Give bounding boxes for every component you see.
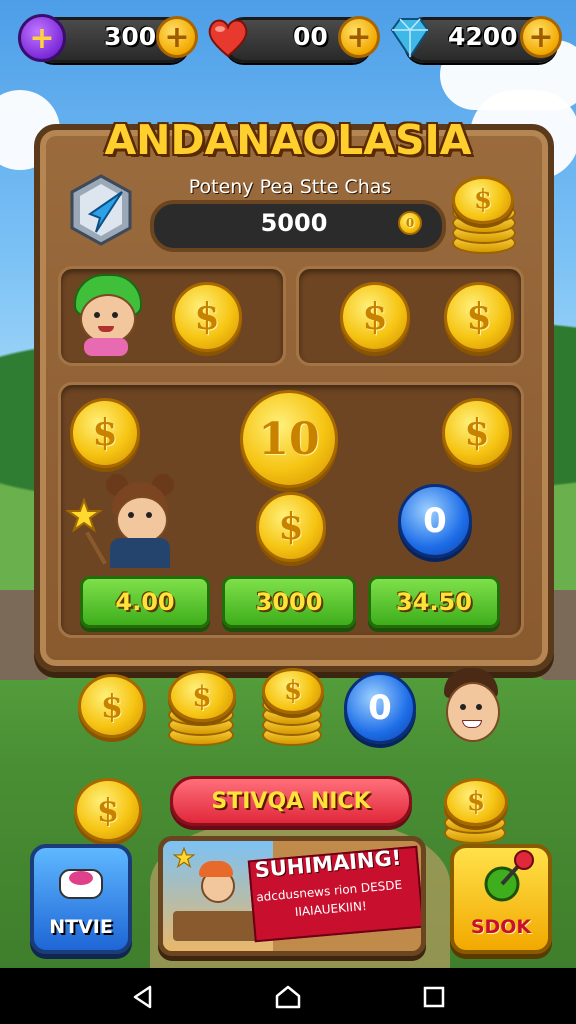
ntvie-label: NTVIE: [49, 916, 113, 938]
heart-icon: [205, 14, 251, 60]
coin-icon: $: [442, 398, 512, 468]
back-icon[interactable]: [130, 984, 156, 1010]
plus-icon: +: [164, 19, 190, 55]
joystick-icon: [478, 848, 538, 904]
big-coin-ten[interactable]: 10: [240, 390, 338, 488]
price-label: 3000: [255, 588, 323, 616]
coin-icon: $: [168, 670, 236, 722]
heart-icon: [208, 19, 248, 58]
ntvie-button[interactable]: NTVIE: [30, 844, 132, 954]
recent-apps-icon[interactable]: [422, 985, 446, 1009]
home-icon[interactable]: [274, 984, 302, 1010]
price-button-3[interactable]: 34.50: [368, 576, 500, 628]
panel-subtitle: Poteny Pea Stte Chas: [188, 176, 392, 198]
add-coins-plus-button[interactable]: +: [156, 16, 198, 58]
coin-symbol: $: [194, 296, 220, 338]
add-lives-button[interactable]: +: [338, 16, 380, 58]
price-label: 4.00: [115, 588, 175, 616]
price-button-2[interactable]: 3000: [222, 576, 356, 628]
gems-value: 4200: [448, 22, 518, 51]
coin-icon: $: [172, 282, 242, 352]
blue-coin: 0: [398, 484, 472, 558]
price-label: 34.50: [396, 588, 472, 616]
add-coins-button[interactable]: +: [18, 14, 66, 62]
coin-symbol: $: [96, 791, 120, 829]
coin-symbol: $: [464, 412, 490, 454]
coin-icon: $: [70, 398, 140, 468]
sdok-button[interactable]: SDOK: [450, 844, 552, 954]
coin-icon: $: [262, 668, 324, 714]
coin-symbol: $: [100, 687, 124, 725]
coin-symbol: $: [192, 679, 212, 713]
blue-coin-value: 0: [423, 501, 447, 541]
sdok-label: SDOK: [470, 916, 532, 938]
coin-symbol: $: [473, 185, 493, 215]
compass-icon: [70, 174, 132, 246]
eraser-icon: [56, 862, 106, 902]
panel-title: ANDANAOLASIA: [104, 116, 472, 164]
blue-coin: 0: [344, 672, 416, 744]
green-hair-character: [70, 274, 142, 358]
score-coin-icon: 0: [398, 211, 422, 235]
star-icon: [172, 846, 196, 869]
compass-icon[interactable]: [66, 174, 136, 246]
red-action-button[interactable]: STIVQA NICK: [170, 776, 412, 826]
coin-symbol: $: [92, 412, 118, 454]
coin-icon: $: [74, 778, 142, 842]
blue-coin-value: 0: [368, 688, 392, 728]
score-badge: 0: [405, 216, 415, 230]
plus-icon: +: [29, 20, 55, 56]
boy-face-character: [440, 668, 502, 744]
coin-symbol: $: [362, 296, 388, 338]
red-action-label: STIVQA NICK: [211, 788, 371, 814]
coin-icon: $: [444, 778, 508, 826]
star-wand-icon: [64, 497, 104, 534]
coin-icon: $: [256, 492, 326, 562]
coin-icon: $: [340, 282, 410, 352]
system-nav-bar: [0, 968, 576, 1024]
lives-value: 00: [293, 22, 328, 51]
coin-symbol: $: [278, 506, 304, 548]
coins-value: 300: [104, 22, 157, 51]
add-gems-button[interactable]: +: [520, 16, 562, 58]
price-button-1[interactable]: 4.00: [80, 576, 210, 628]
plus-icon: +: [346, 19, 372, 55]
diamond-icon: [390, 18, 430, 59]
coin-icon: $: [452, 176, 514, 224]
coin-symbol: $: [466, 787, 486, 817]
score-value: 5000: [260, 209, 328, 237]
big-coin-value: 10: [258, 413, 320, 465]
coin-symbol: $: [283, 676, 303, 706]
diamond-icon: [388, 14, 432, 60]
girl-with-wand-character: [64, 474, 176, 570]
plus-icon: +: [528, 19, 554, 55]
coin-symbol: $: [466, 296, 492, 338]
coin-icon: $: [78, 674, 146, 738]
coin-icon: $: [444, 282, 514, 352]
